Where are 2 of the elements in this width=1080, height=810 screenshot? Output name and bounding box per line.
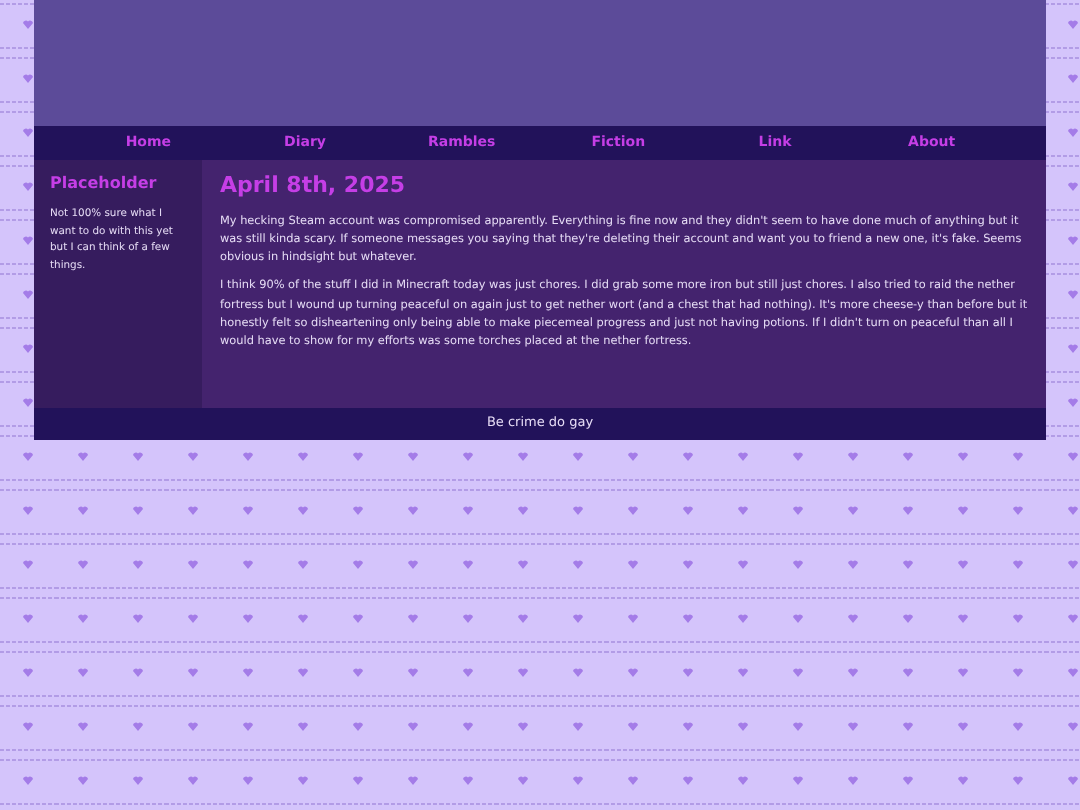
sidebar-title: Placeholder	[50, 172, 159, 196]
post-title: April 8th, 2025	[220, 170, 408, 202]
